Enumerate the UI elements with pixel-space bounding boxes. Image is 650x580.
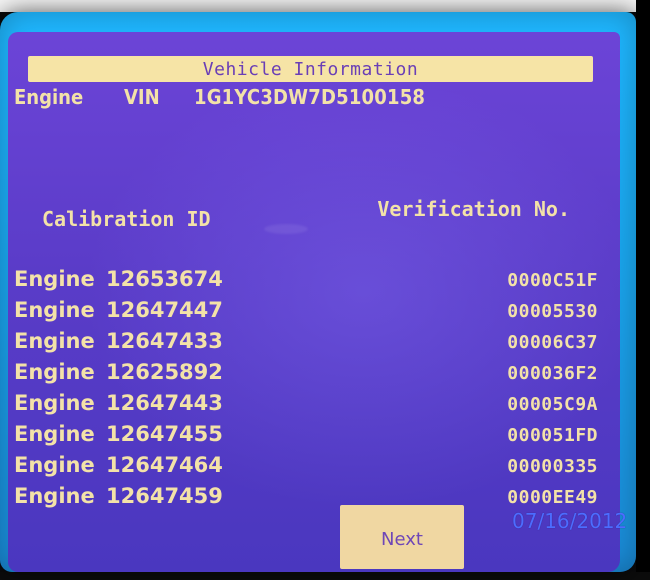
row-engine-label: Engine [14, 298, 95, 322]
table-row: Engine 12647433 00006C37 [14, 326, 614, 357]
vin-value: 1G1YC3DW7D5100158 [194, 85, 426, 109]
row-verification-no: 00005530 [507, 301, 598, 322]
row-engine-label: Engine [14, 360, 95, 384]
table-row: Engine 12647459 0000EE49 [14, 481, 614, 512]
row-verification-no: 000051FD [507, 425, 598, 446]
photo-frame: Vehicle Information Engine VIN 1G1YC3DW7… [0, 0, 650, 580]
row-calibration-id: 12647447 [106, 298, 223, 322]
row-engine-label: Engine [14, 484, 95, 508]
table-row: Engine 12647443 00005C9A [14, 388, 614, 419]
photo-edge-right [636, 0, 650, 580]
calibration-id-header: Calibration ID [42, 207, 211, 231]
row-calibration-id: 12625892 [106, 360, 223, 384]
row-verification-no: 000036F2 [507, 363, 598, 384]
table-row: Engine 12647447 00005530 [14, 295, 614, 326]
photo-edge-bottom [0, 572, 650, 580]
diagnostic-screen: Vehicle Information Engine VIN 1G1YC3DW7… [8, 32, 620, 572]
row-engine-label: Engine [14, 453, 95, 477]
table-row: Engine 12653674 0000C51F [14, 264, 614, 295]
row-calibration-id: 12647433 [106, 329, 223, 353]
row-verification-no: 00006C37 [507, 332, 598, 353]
photo-date-stamp: 07/16/2012 [512, 509, 628, 533]
row-engine-label: Engine [14, 422, 95, 446]
row-engine-label: Engine [14, 329, 95, 353]
row-calibration-id: 12647443 [106, 391, 223, 415]
vin-row: Engine VIN 1G1YC3DW7D5100158 [14, 84, 425, 110]
row-engine-label: Engine [14, 391, 95, 415]
next-button[interactable]: Next [340, 505, 464, 569]
row-calibration-id: 12647455 [106, 422, 223, 446]
table-row: Engine 12647455 000051FD [14, 419, 614, 450]
table-row: Engine 12647464 00000335 [14, 450, 614, 481]
row-calibration-id: 12647464 [106, 453, 223, 477]
row-engine-label: Engine [14, 267, 95, 291]
row-verification-no: 00005C9A [507, 394, 598, 415]
monitor-bezel: Vehicle Information Engine VIN 1G1YC3DW7… [0, 12, 636, 572]
calibration-list: Engine 12653674 0000C51F Engine 12647447… [14, 264, 614, 512]
row-calibration-id: 12653674 [106, 267, 223, 291]
column-headers: Calibration ID Verification No. [42, 197, 602, 231]
photo-edge-top [0, 0, 650, 12]
vin-label: VIN [124, 85, 160, 109]
window-title: Vehicle Information [28, 56, 593, 82]
row-verification-no: 00000335 [507, 456, 598, 477]
screen-glare [264, 224, 308, 234]
verification-no-header: Verification No. [377, 197, 570, 221]
vin-engine-label: Engine [14, 85, 84, 109]
row-verification-no: 0000C51F [507, 270, 598, 291]
table-row: Engine 12625892 000036F2 [14, 357, 614, 388]
